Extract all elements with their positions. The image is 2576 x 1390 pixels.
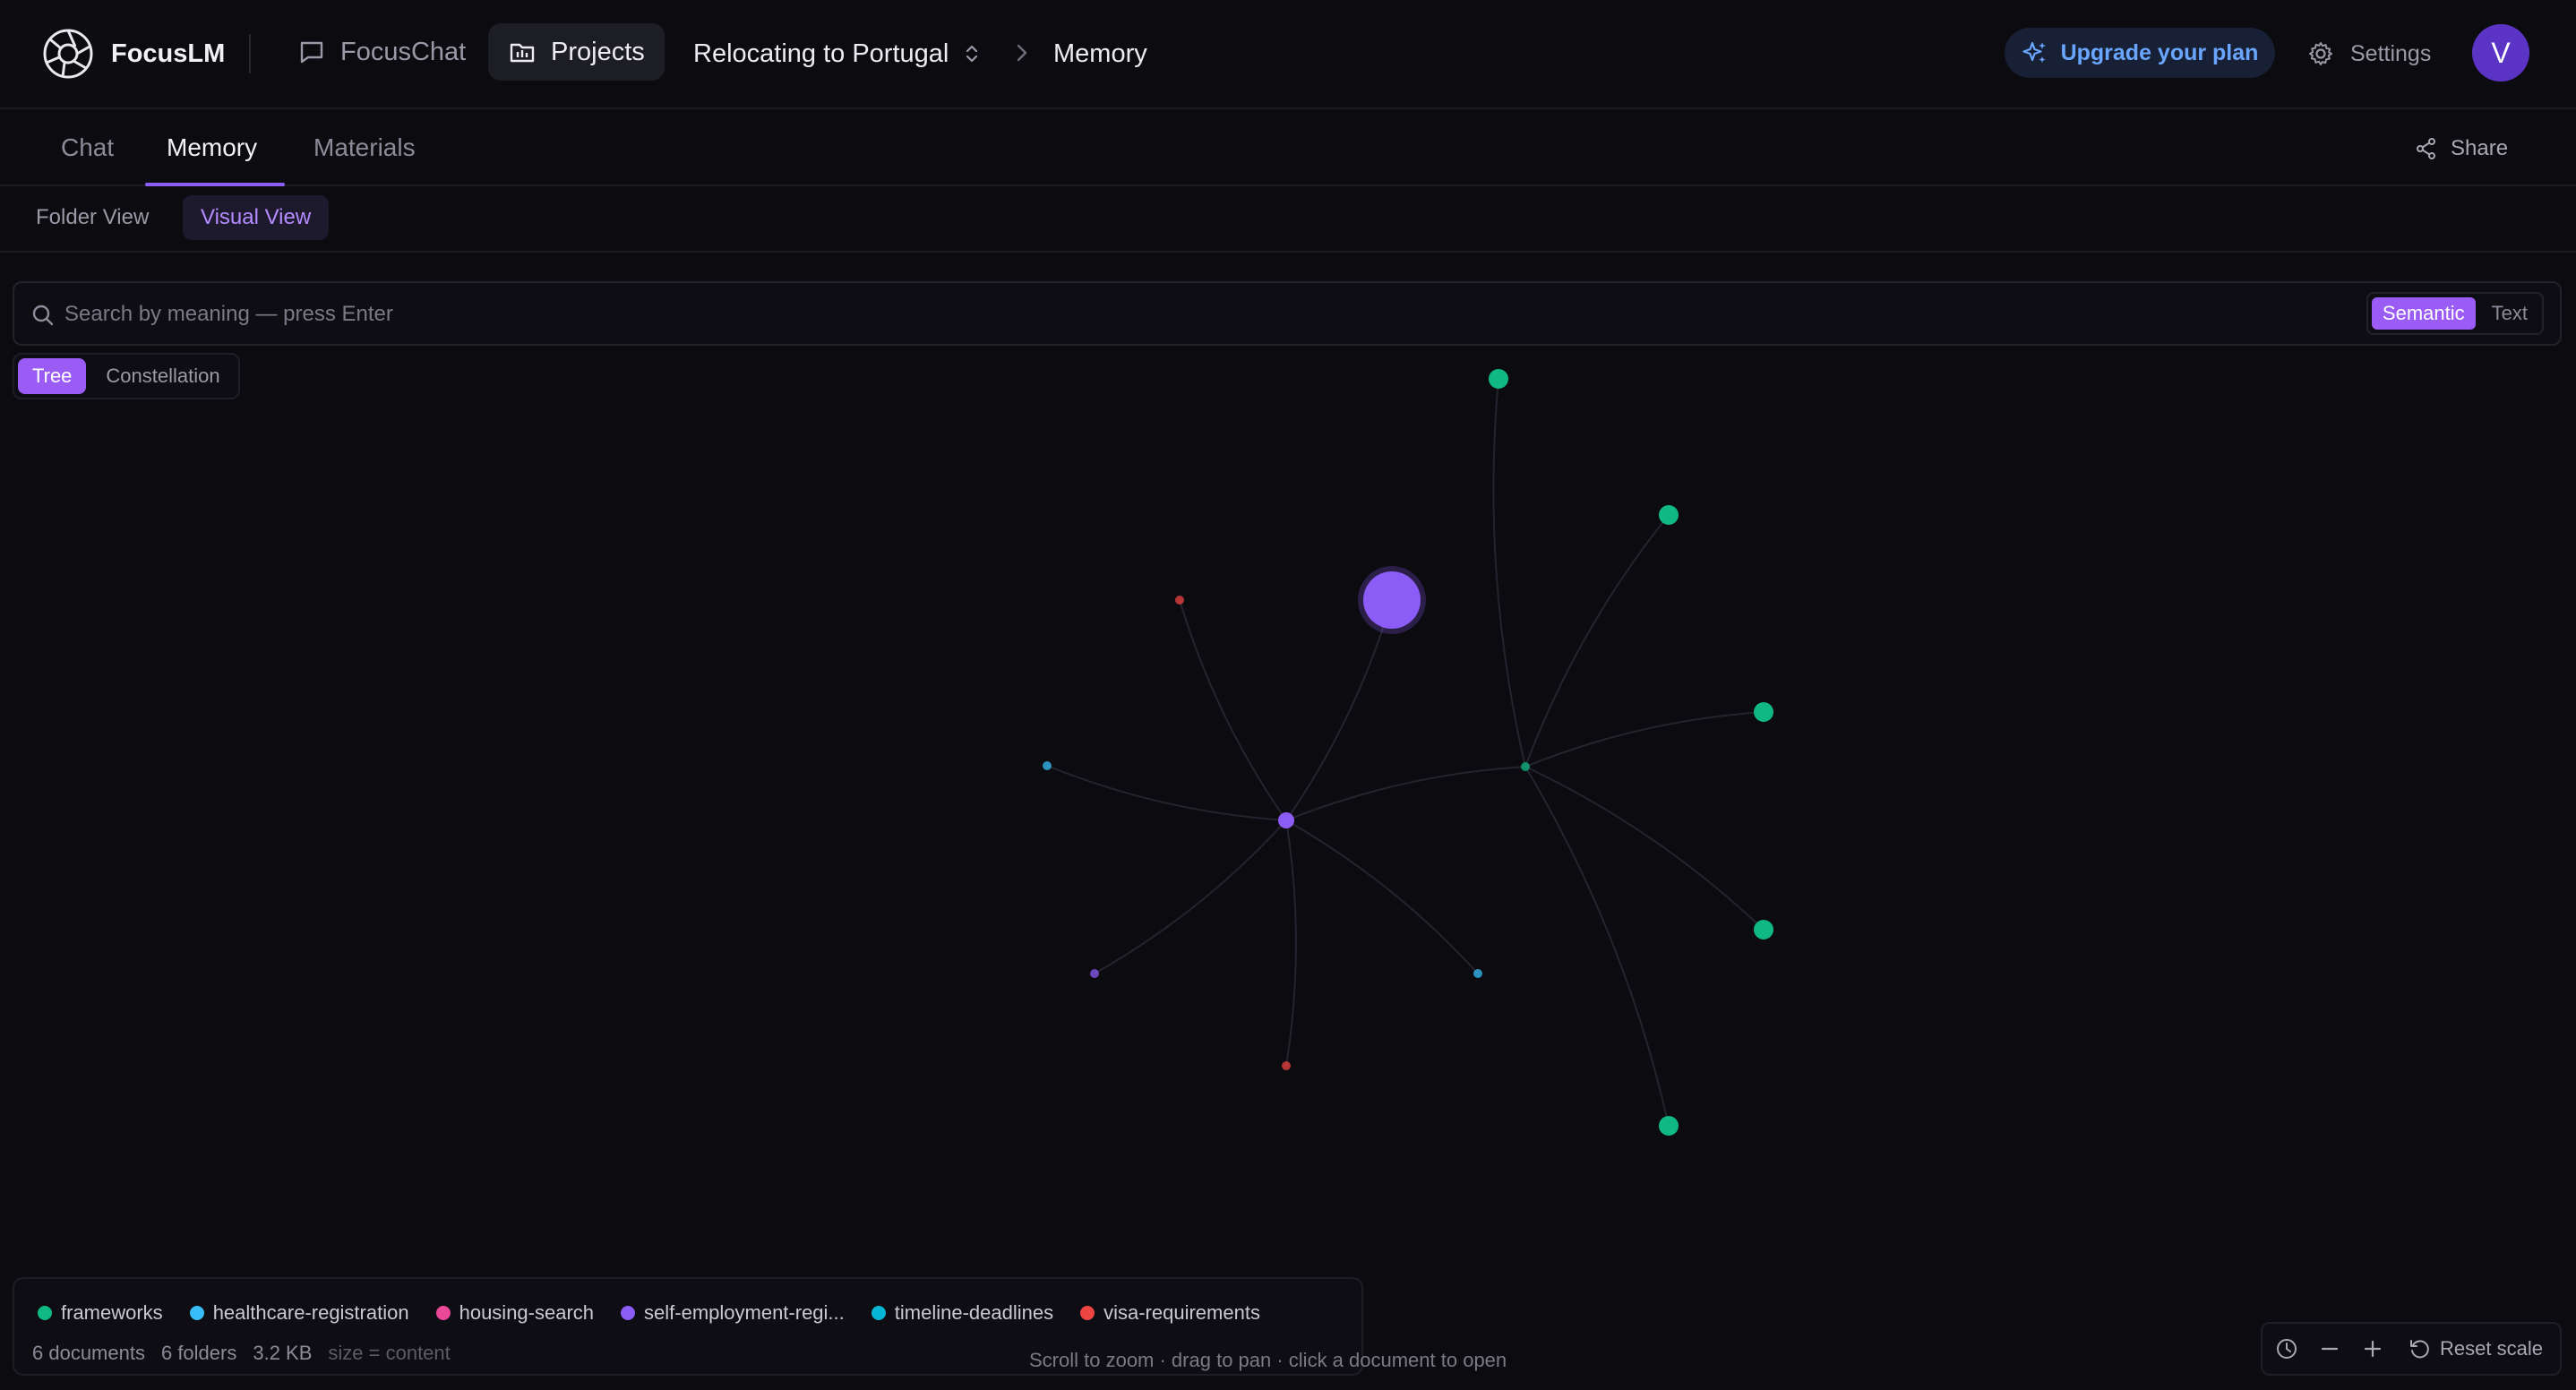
graph-edge (1179, 599, 1287, 821)
legend-item-healthcare-registration: healthcare-registration (189, 1301, 409, 1325)
gear-icon (2309, 42, 2332, 65)
share-icon (2417, 138, 2435, 159)
memory-search-bar: Semantic Text (13, 281, 2562, 346)
graph-folder-node[interactable] (1278, 812, 1294, 828)
share-label: Share (2451, 136, 2509, 160)
view-toggle-bar: Folder View Visual View (0, 186, 2576, 253)
legend-item-timeline-deadlines: timeline-deadlines (871, 1301, 1054, 1325)
user-avatar[interactable]: V (2472, 24, 2529, 82)
document-count: 6 documents (32, 1342, 145, 1364)
reset-rotate-icon (2410, 1340, 2429, 1359)
focuslm-logo-icon (43, 29, 93, 79)
graph-document-node[interactable] (1282, 1061, 1291, 1070)
graph-edge (1524, 766, 1670, 1127)
graph-edge (1524, 711, 1765, 768)
search-input[interactable] (64, 296, 2357, 333)
graph-edge (1285, 819, 1297, 1067)
share-button[interactable]: Share (2415, 131, 2508, 167)
legend-dot (1080, 1306, 1095, 1320)
nav-projects-label: Projects (551, 37, 645, 66)
reset-scale-label: Reset scale (2440, 1337, 2543, 1360)
legend-item-frameworks: frameworks (38, 1301, 163, 1325)
search-mode-toggle: Semantic Text (2366, 292, 2544, 335)
project-switcher[interactable]: Relocating to Portugal (693, 27, 983, 81)
graph-document-node[interactable] (1754, 702, 1773, 722)
upgrade-plan-button[interactable]: Upgrade your plan (2005, 28, 2275, 78)
graph-document-node[interactable] (1473, 969, 1482, 978)
memory-graph[interactable] (0, 346, 2576, 1390)
legend-label: frameworks (61, 1301, 163, 1324)
graph-document-node[interactable] (1043, 761, 1052, 770)
breadcrumb-project: Relocating to Portugal (693, 39, 949, 68)
tab-materials[interactable]: Materials (313, 109, 416, 186)
zoom-out-icon[interactable] (2318, 1337, 2341, 1360)
legend-dot (621, 1306, 636, 1320)
divider (249, 34, 251, 73)
zoom-controls: Reset scale (2261, 1322, 2562, 1376)
nav-projects-button[interactable]: Projects (488, 23, 665, 81)
folder-count: 6 folders (160, 1342, 237, 1364)
chat-bubble-icon (300, 41, 323, 64)
graph-edge (1094, 819, 1287, 974)
memory-stats: 6 documents 6 folders 3.2 KB size = cont… (32, 1338, 451, 1369)
legend-label: healthcare-registration (212, 1301, 409, 1324)
graph-document-node[interactable] (1175, 596, 1184, 605)
legend-label: housing-search (459, 1301, 595, 1324)
graph-edge (1285, 766, 1526, 821)
text-mode-button[interactable]: Text (2481, 297, 2538, 330)
search-icon (32, 305, 54, 326)
reset-scale-button[interactable]: Reset scale (2408, 1337, 2543, 1360)
legend-dot (871, 1306, 886, 1320)
tree-layout-button[interactable]: Tree (18, 358, 87, 394)
tab-bar: Chat Memory Materials Share (0, 109, 2576, 186)
total-size: 3.2 KB (253, 1342, 313, 1364)
projects-folder-icon (510, 43, 535, 63)
graph-edge (1285, 819, 1479, 974)
graph-document-node[interactable] (1489, 369, 1508, 389)
breadcrumb-page: Memory (1053, 39, 1147, 68)
app-name: FocusLM (111, 39, 226, 68)
chevron-right-icon (1017, 44, 1027, 62)
tab-memory[interactable]: Memory (167, 109, 257, 186)
graph-hint: Scroll to zoom · drag to pan · click a d… (1029, 1349, 1507, 1371)
chevron-up-down-icon (966, 45, 978, 63)
legend-item-housing-search: housing-search (435, 1301, 595, 1325)
graph-folder-node[interactable] (1521, 762, 1530, 771)
folder-view-button[interactable]: Folder View (18, 195, 167, 240)
graph-edge (1285, 599, 1393, 821)
constellation-layout-button[interactable]: Constellation (91, 358, 234, 394)
zoom-in-icon[interactable] (2361, 1337, 2384, 1360)
graph-document-node[interactable] (1659, 505, 1679, 525)
legend-label: self-employment-regi... (644, 1301, 845, 1324)
upgrade-label: Upgrade your plan (2060, 39, 2259, 65)
nav-focuschat-button[interactable]: FocusChat (278, 23, 485, 81)
graph-document-node[interactable] (1754, 920, 1773, 940)
top-bar: FocusLM FocusChat Projects Relocating to… (0, 0, 2576, 109)
legend-dot (189, 1306, 204, 1320)
graph-edge (1524, 766, 1765, 931)
legend-label: timeline-deadlines (894, 1301, 1054, 1324)
settings-button[interactable]: Settings (2307, 27, 2431, 81)
semantic-mode-button[interactable]: Semantic (2371, 297, 2476, 330)
legend-item-self-employment: self-employment-regi... (621, 1301, 845, 1325)
graph-layout-toggle: Tree Constellation (13, 353, 240, 399)
graph-edge (1492, 378, 1526, 768)
legend-label: visa-requirements (1103, 1301, 1260, 1324)
visual-view-button[interactable]: Visual View (183, 195, 330, 240)
settings-label: Settings (2350, 40, 2432, 66)
tab-chat[interactable]: Chat (61, 109, 114, 186)
legend-categories: frameworks healthcare-registration housi… (38, 1297, 1260, 1329)
history-clock-icon[interactable] (2275, 1337, 2298, 1360)
size-note: size = content (328, 1342, 451, 1364)
sparkles-icon (2022, 41, 2046, 63)
legend-dot (38, 1306, 52, 1320)
legend-item-visa-requirements: visa-requirements (1080, 1301, 1260, 1325)
graph-document-node[interactable] (1659, 1116, 1679, 1136)
brand[interactable]: FocusLM (41, 27, 225, 81)
graph-root-node[interactable] (1363, 571, 1421, 629)
legend-dot (435, 1306, 451, 1320)
graph-document-node[interactable] (1090, 969, 1099, 978)
nav-focuschat-label: FocusChat (340, 37, 467, 66)
graph-edge (1046, 765, 1287, 821)
